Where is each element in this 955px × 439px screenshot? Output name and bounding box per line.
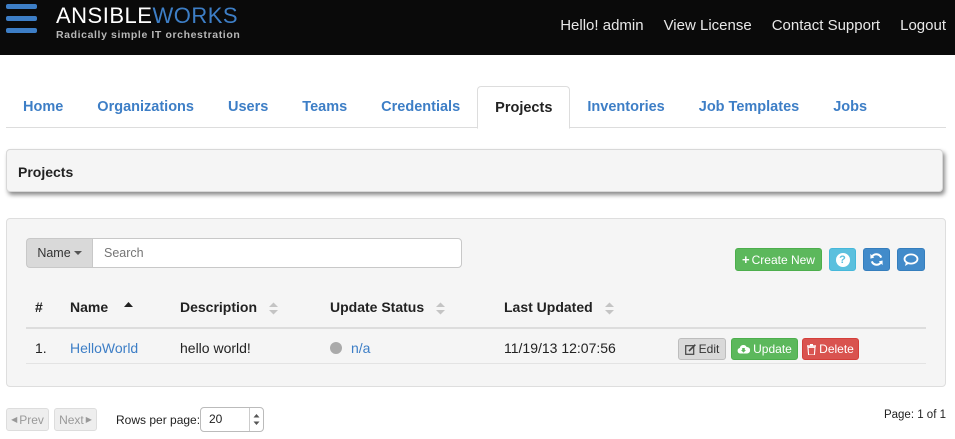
view-license-link[interactable]: View License [664, 17, 752, 34]
project-name-link[interactable]: HelloWorld [70, 340, 138, 356]
col-update-status-label: Update Status [330, 299, 425, 315]
next-page-button[interactable]: Next ▶ [54, 408, 97, 431]
update-label: Update [753, 342, 792, 356]
update-status: n/a [330, 340, 370, 356]
brand-logo[interactable]: ANSIBLEWORKS Radically simple IT orchest… [56, 3, 241, 42]
select-arrows-icon [249, 408, 263, 431]
status-dot-icon [330, 342, 342, 354]
section-header: Projects [6, 149, 943, 192]
project-description: hello world! [180, 340, 251, 356]
logout-link[interactable]: Logout [900, 17, 946, 34]
edit-label: Edit [698, 342, 720, 356]
tab-home[interactable]: Home [6, 86, 80, 128]
prev-page-button[interactable]: ◀ Prev [6, 408, 49, 431]
search-field-label: Name [37, 246, 71, 260]
tab-organizations[interactable]: Organizations [80, 86, 211, 128]
sort-asc-icon [124, 302, 134, 307]
trash-icon [807, 343, 817, 355]
brand-name-part1: ANSIBLE [56, 3, 153, 28]
col-name-header[interactable]: Name [70, 299, 134, 315]
col-update-status-header[interactable]: Update Status [330, 299, 446, 315]
last-updated: 11/19/13 12:07:56 [504, 340, 616, 356]
brand-tagline: Radically simple IT orchestration [56, 29, 241, 41]
chat-button[interactable] [897, 248, 925, 271]
contact-support-link[interactable]: Contact Support [772, 17, 880, 34]
col-last-updated-header[interactable]: Last Updated [504, 299, 614, 315]
top-navbar: ANSIBLEWORKS Radically simple IT orchest… [0, 0, 955, 55]
projects-panel: Name + Create New ? # Name Descripti [6, 218, 946, 387]
main-tabs: Home Organizations Users Teams Credentia… [6, 86, 946, 129]
tab-users[interactable]: Users [211, 86, 285, 128]
search-group: Name [26, 238, 462, 268]
section-title: Projects [18, 164, 74, 180]
table-row: 1. HelloWorld hello world! n/a 11/19/13 … [26, 330, 926, 364]
caret-left-icon: ◀ [11, 415, 18, 424]
create-new-button[interactable]: + Create New [735, 248, 822, 271]
menu-icon[interactable] [6, 4, 37, 38]
delete-label: Delete [819, 342, 854, 356]
caret-right-icon: ▶ [85, 415, 92, 424]
sort-icon [436, 302, 446, 315]
edit-icon [684, 343, 696, 355]
help-button[interactable]: ? [829, 248, 856, 271]
prev-label: Prev [19, 412, 44, 427]
col-last-updated-label: Last Updated [504, 299, 593, 315]
page-info: Page: 1 of 1 [883, 409, 946, 421]
row-index: 1. [35, 340, 47, 356]
update-button[interactable]: Update [731, 338, 798, 360]
rows-per-page-select[interactable]: 20 [200, 407, 264, 432]
cloud-download-icon [737, 344, 751, 354]
rows-per-page-label: Rows per page: [116, 413, 201, 427]
col-description-header[interactable]: Description [180, 299, 278, 315]
rows-per-page-value: 20 [209, 412, 223, 426]
col-name-label: Name [70, 299, 109, 315]
refresh-button[interactable] [863, 248, 890, 271]
greeting-link[interactable]: Hello! admin [560, 17, 643, 34]
delete-button[interactable]: Delete [802, 338, 859, 360]
tab-job-templates[interactable]: Job Templates [682, 86, 816, 128]
edit-button[interactable]: Edit [678, 338, 726, 360]
tab-credentials[interactable]: Credentials [364, 86, 477, 128]
tab-projects[interactable]: Projects [477, 86, 571, 129]
tab-inventories[interactable]: Inventories [570, 86, 681, 128]
question-circle-icon: ? [835, 252, 850, 267]
caret-down-icon [73, 251, 82, 255]
next-label: Next [59, 412, 84, 427]
sort-icon [268, 302, 278, 315]
chat-icon [903, 253, 919, 266]
search-field-dropdown[interactable]: Name [26, 238, 92, 268]
refresh-icon [870, 253, 883, 266]
table-header: # Name Description Update Status Last Up… [26, 299, 926, 329]
create-new-label: Create New [751, 252, 815, 267]
brand-name-part2: WORKS [152, 3, 239, 28]
tab-teams[interactable]: Teams [285, 86, 364, 128]
top-links: Hello! admin View License Contact Suppor… [560, 17, 955, 34]
col-description-label: Description [180, 299, 258, 315]
tab-jobs[interactable]: Jobs [816, 86, 884, 128]
plus-icon: + [742, 252, 750, 267]
sort-icon [604, 302, 614, 315]
search-input[interactable] [92, 238, 462, 268]
update-status-link[interactable]: n/a [351, 340, 370, 356]
col-index: # [35, 299, 43, 315]
